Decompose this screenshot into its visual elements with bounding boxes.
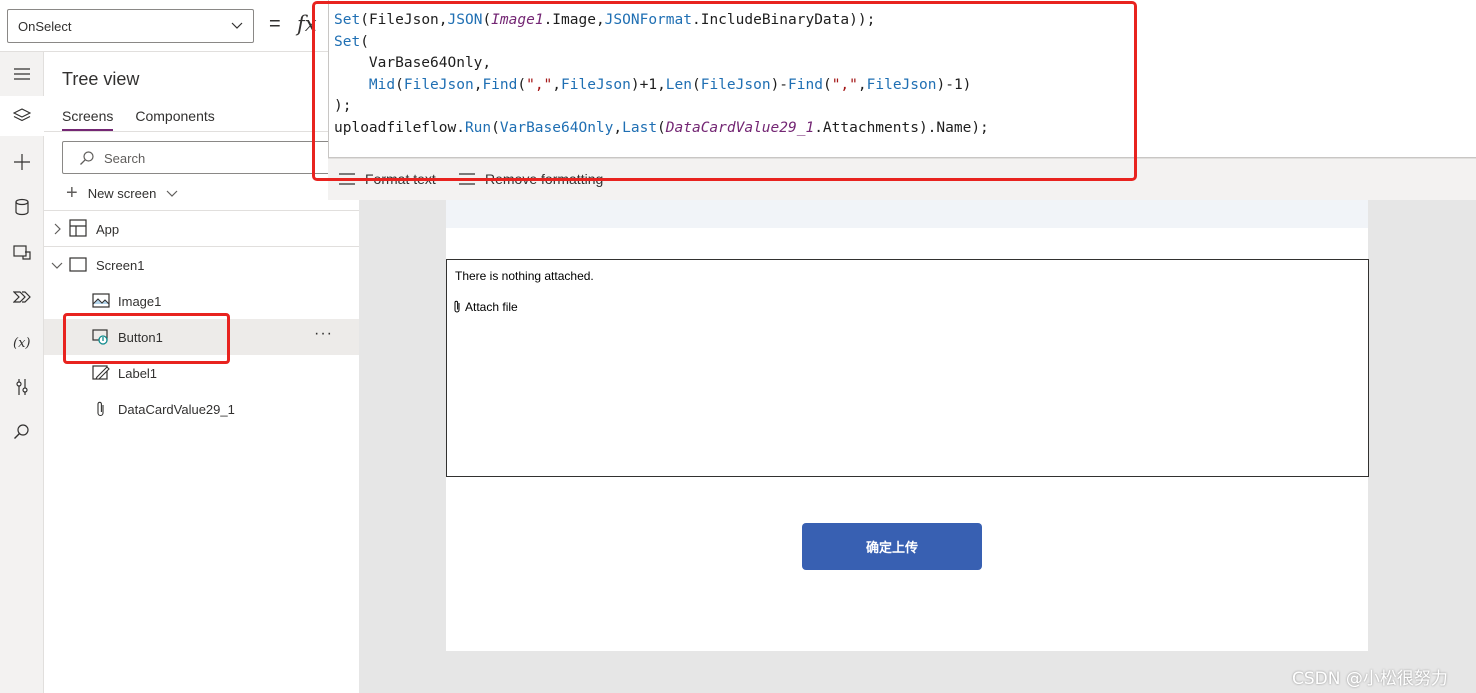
- attachments-empty-message: There is nothing attached.: [455, 269, 594, 283]
- data-database-icon[interactable]: [0, 187, 44, 227]
- plus-icon: +: [66, 182, 78, 204]
- power-automate-icon[interactable]: [0, 277, 44, 317]
- chevron-right-icon: [54, 223, 61, 235]
- tree-view-title: Tree view: [62, 69, 140, 89]
- tree-node-label: DataCardValue29_1: [118, 401, 235, 417]
- insert-plus-icon[interactable]: [0, 142, 44, 182]
- tab-screens[interactable]: Screens: [62, 108, 114, 131]
- search-icon[interactable]: [0, 412, 44, 452]
- tree-node-label: Screen1: [96, 257, 145, 273]
- attach-file-label: Attach file: [465, 300, 518, 314]
- search-icon: [80, 151, 94, 165]
- more-options-icon[interactable]: ···: [314, 325, 333, 343]
- new-screen-label: New screen: [87, 185, 157, 201]
- tab-components[interactable]: Components: [135, 108, 214, 131]
- property-dropdown[interactable]: OnSelect: [7, 9, 254, 43]
- attachments-control[interactable]: There is nothing attached. Attach file: [446, 259, 1369, 477]
- highlight-box: [63, 313, 230, 364]
- equals-sign: =: [269, 13, 281, 35]
- left-rail: (x): [0, 52, 44, 693]
- advanced-tools-icon[interactable]: [0, 367, 44, 407]
- watermark: CSDN @小松很努力: [1292, 669, 1448, 689]
- chevron-down-icon: [166, 190, 178, 197]
- tree-tabs: Screens Components: [62, 108, 215, 131]
- tree-node-label: Label1: [118, 365, 158, 381]
- new-screen-button[interactable]: + New screen: [66, 183, 178, 203]
- screen-header-band: [446, 200, 1368, 228]
- screen-icon: [69, 257, 87, 272]
- label-icon: [92, 365, 110, 380]
- highlight-box: [312, 1, 1137, 181]
- tree-node-label: App: [96, 221, 120, 237]
- upload-button[interactable]: 确定上传: [802, 523, 982, 570]
- chevron-down-icon: [51, 262, 63, 269]
- tree-node-app[interactable]: App: [44, 211, 359, 247]
- variables-icon[interactable]: (x): [0, 322, 44, 362]
- tree-node-label: Image1: [118, 293, 162, 309]
- property-value: OnSelect: [18, 19, 72, 34]
- tree-node-screen1[interactable]: Screen1: [44, 247, 359, 283]
- power-apps-studio: OnSelect = fx (x) Tree view Screens Comp…: [0, 0, 1476, 693]
- tree-node-datacardvalue29-1[interactable]: DataCardValue29_1: [44, 391, 359, 427]
- app-icon: [69, 219, 87, 237]
- attachment-icon: [97, 401, 104, 417]
- image-icon: [92, 293, 110, 308]
- search-placeholder: Search: [104, 151, 146, 166]
- svg-text:(x): (x): [13, 336, 30, 351]
- tree-view-layers-icon[interactable]: [0, 96, 44, 136]
- hamburger-menu-icon[interactable]: [0, 54, 44, 94]
- paperclip-icon: [454, 300, 460, 313]
- attach-file-link[interactable]: Attach file: [452, 300, 518, 314]
- chevron-down-icon: [231, 22, 243, 29]
- media-icon[interactable]: [0, 232, 44, 272]
